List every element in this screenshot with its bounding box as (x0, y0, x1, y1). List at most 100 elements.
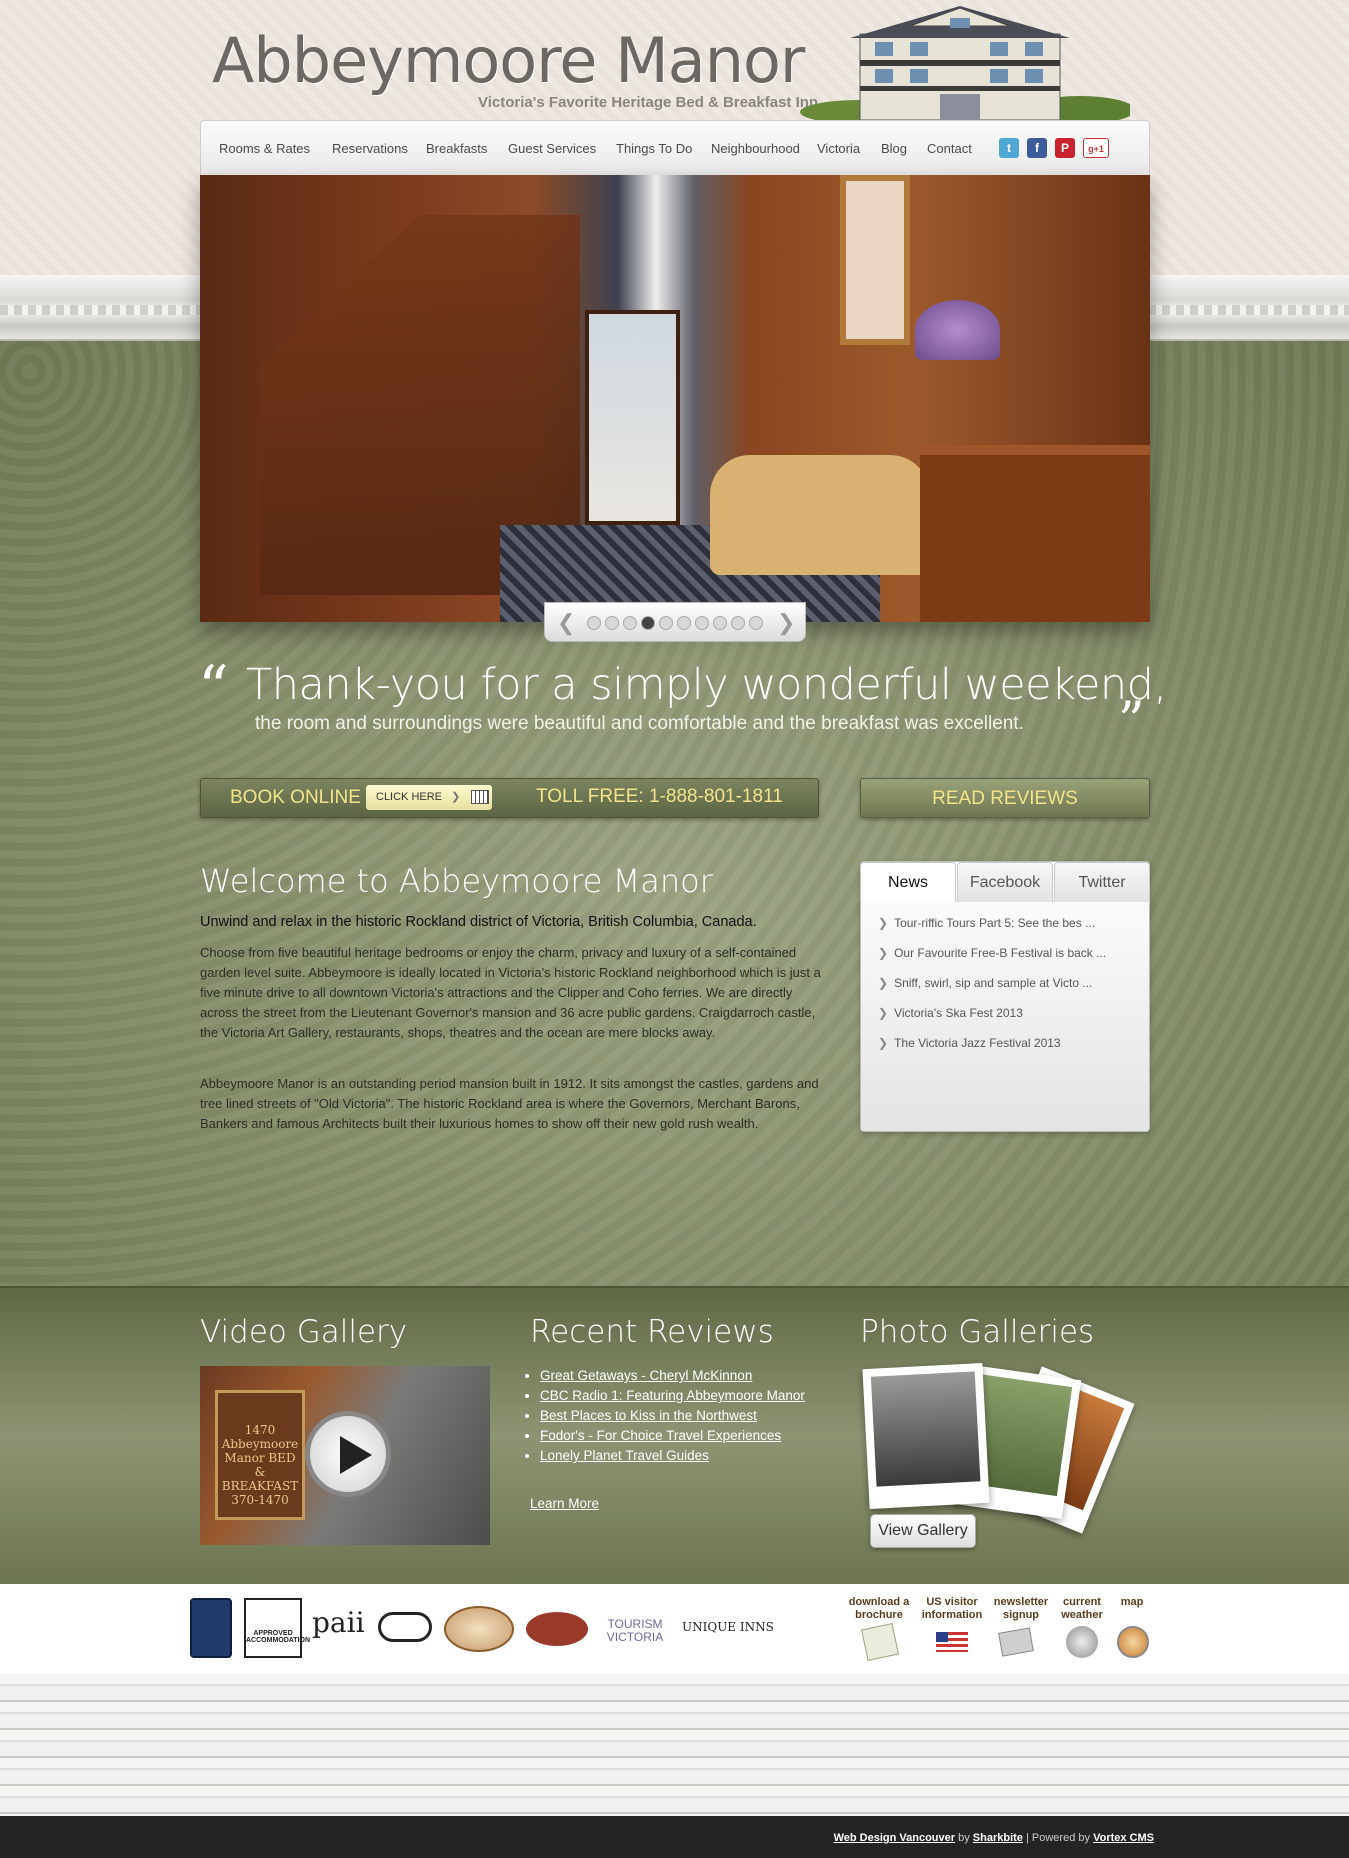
dresser-graphic (920, 445, 1150, 622)
reviews-list: Great Getaways - Cheryl McKinnon CBC Rad… (540, 1366, 820, 1466)
news-item-label: Tour-riffic Tours Part 5: See the bes ..… (894, 916, 1096, 930)
google-plus-icon[interactable]: g+1 (1083, 138, 1109, 158)
welcome-paragraph: Choose from five beautiful heritage bedr… (200, 945, 821, 1040)
view-gallery-button[interactable]: View Gallery (870, 1514, 976, 1548)
slider-next-icon[interactable]: ❯ (777, 610, 795, 636)
testimonial-text: the room and surroundings were beautiful… (255, 713, 1024, 734)
slider-dot[interactable] (623, 616, 637, 630)
download-brochure-link[interactable]: download a brochure (848, 1596, 910, 1622)
welcome-lead: Unwind and relax in the historic Rocklan… (200, 914, 757, 930)
slider-dot[interactable] (605, 616, 619, 630)
tab-facebook[interactable]: Facebook (957, 862, 1053, 902)
approved-accommodation-logo[interactable]: APPROVED ACCOMMODATION (244, 1598, 310, 1658)
photo-galleries-heading: Photo Galleries (860, 1314, 1095, 1350)
learn-more-link[interactable]: Learn More (530, 1496, 599, 1511)
bed-breakfast-badge-logo[interactable] (190, 1598, 232, 1658)
nav-neighbourhood[interactable]: Neighbourhood (711, 141, 800, 156)
hero-slider-image (200, 175, 1150, 622)
play-icon[interactable] (305, 1411, 391, 1497)
news-item[interactable]: ❯ Sniff, swirl, sip and sample at Victo .… (878, 976, 1092, 990)
slider-dot[interactable] (659, 616, 673, 630)
unique-inns-logo[interactable]: UNIQUE INNS (682, 1620, 774, 1634)
nav-things-to-do[interactable]: Things To Do (616, 141, 692, 156)
manor-house-illustration (800, 6, 1130, 120)
tourism-victoria-logo[interactable]: TOURISM VICTORIA (600, 1618, 670, 1644)
list-item: CBC Radio 1: Featuring Abbeymoore Manor (540, 1386, 820, 1406)
twitter-icon[interactable]: t (999, 138, 1019, 158)
web-design-link[interactable]: Web Design Vancouver (834, 1832, 955, 1844)
tab-news[interactable]: News (860, 862, 956, 902)
site-tagline: Victoria's Favorite Heritage Bed & Break… (478, 94, 819, 111)
victoria-heritage-logo[interactable] (526, 1612, 588, 1646)
news-item[interactable]: ❯ Victoria's Ska Fest 2013 (878, 1006, 1023, 1020)
news-item[interactable]: ❯ The Victoria Jazz Festival 2013 (878, 1036, 1061, 1050)
list-item: Lonely Planet Travel Guides (540, 1446, 820, 1466)
paii-logo[interactable]: paii (312, 1606, 365, 1639)
review-link[interactable]: Lonely Planet Travel Guides (540, 1448, 709, 1463)
nav-rooms-rates[interactable]: Rooms & Rates (219, 141, 310, 156)
news-item-label: Victoria's Ska Fest 2013 (894, 1006, 1023, 1020)
compass-icon[interactable] (1117, 1626, 1149, 1658)
nav-victoria[interactable]: Victoria (817, 141, 860, 156)
sharkbite-link[interactable]: Sharkbite (973, 1832, 1023, 1844)
credits-by-text: by (958, 1832, 970, 1844)
list-item: Great Getaways - Cheryl McKinnon (540, 1366, 820, 1386)
nav-contact[interactable]: Contact (927, 141, 972, 156)
vortex-cms-link[interactable]: Vortex CMS (1093, 1832, 1154, 1844)
nav-guest-services[interactable]: Guest Services (508, 141, 596, 156)
review-link[interactable]: CBC Radio 1: Featuring Abbeymoore Manor (540, 1388, 805, 1403)
chevron-right-icon: ❯ (878, 916, 889, 930)
base-molding (0, 1674, 1349, 1816)
chevron-right-icon: ❯ (878, 976, 889, 990)
click-here-button[interactable]: CLICK HERE ❯ (366, 785, 492, 810)
calendar-icon (471, 790, 490, 805)
news-item-label: Our Favourite Free-B Festival is back ..… (894, 946, 1107, 960)
review-link[interactable]: Best Places to Kiss in the Northwest (540, 1408, 757, 1423)
newsletter-link[interactable]: newsletter signup (988, 1596, 1054, 1622)
list-item: Fodor's - For Choice Travel Experiences (540, 1426, 820, 1446)
weather-link[interactable]: current weather (1058, 1596, 1106, 1622)
tab-twitter[interactable]: Twitter (1054, 862, 1150, 902)
review-link[interactable]: Great Getaways - Cheryl McKinnon (540, 1368, 752, 1383)
slider-dot[interactable] (749, 616, 763, 630)
chevron-right-icon: ❯ (878, 1006, 889, 1020)
list-item: Best Places to Kiss in the Northwest (540, 1406, 820, 1426)
news-item[interactable]: ❯ Our Favourite Free-B Festival is back .… (878, 946, 1106, 960)
slider-dot[interactable] (677, 616, 691, 630)
heritage-seal-logo[interactable] (444, 1606, 514, 1652)
chevron-right-icon: ❯ (451, 791, 461, 803)
tiffany-lamp-graphic (915, 300, 1000, 360)
slider-dot[interactable] (713, 616, 727, 630)
slider-dot-active[interactable] (641, 616, 655, 630)
tripadvisor-owl-icon[interactable] (378, 1612, 432, 1642)
gallery-photo[interactable] (862, 1362, 990, 1510)
slider-dot[interactable] (731, 616, 745, 630)
news-item[interactable]: ❯ Tour-riffic Tours Part 5: See the bes .… (878, 916, 1095, 930)
site-logo-title[interactable]: Abbeymoore Manor (212, 24, 805, 97)
pinterest-icon[interactable]: P (1055, 138, 1075, 158)
slider-dot[interactable] (587, 616, 601, 630)
recent-reviews-heading: Recent Reviews (530, 1314, 774, 1350)
slider-prev-icon[interactable]: ❮ (557, 610, 575, 636)
chevron-right-icon: ❯ (878, 946, 889, 960)
review-link[interactable]: Fodor's - For Choice Travel Experiences (540, 1428, 781, 1443)
painting-graphic (840, 175, 910, 345)
close-quote-icon: ” (1118, 692, 1145, 752)
nav-reservations[interactable]: Reservations (332, 141, 408, 156)
book-online-link[interactable]: BOOK ONLINE (230, 787, 361, 809)
weather-icon[interactable] (1066, 1626, 1098, 1658)
facebook-icon[interactable]: f (1027, 138, 1047, 158)
read-reviews-button[interactable]: READ REVIEWS (860, 778, 1150, 818)
footer-credits: Web Design Vancouver by Sharkbite | Powe… (834, 1832, 1154, 1844)
map-link[interactable]: map (1114, 1596, 1150, 1609)
doorway-graphic (585, 310, 680, 525)
slider-dot[interactable] (695, 616, 709, 630)
welcome-heading: Welcome to Abbeymoore Manor (200, 862, 713, 900)
us-flag-icon[interactable] (936, 1632, 968, 1652)
nav-breakfasts[interactable]: Breakfasts (426, 141, 487, 156)
brochure-icon[interactable] (861, 1623, 899, 1661)
us-visitor-link[interactable]: US visitor information (918, 1596, 986, 1622)
nav-blog[interactable]: Blog (881, 141, 907, 156)
credits-powered-text: | Powered by (1026, 1832, 1091, 1844)
news-item-label: The Victoria Jazz Festival 2013 (894, 1036, 1061, 1050)
